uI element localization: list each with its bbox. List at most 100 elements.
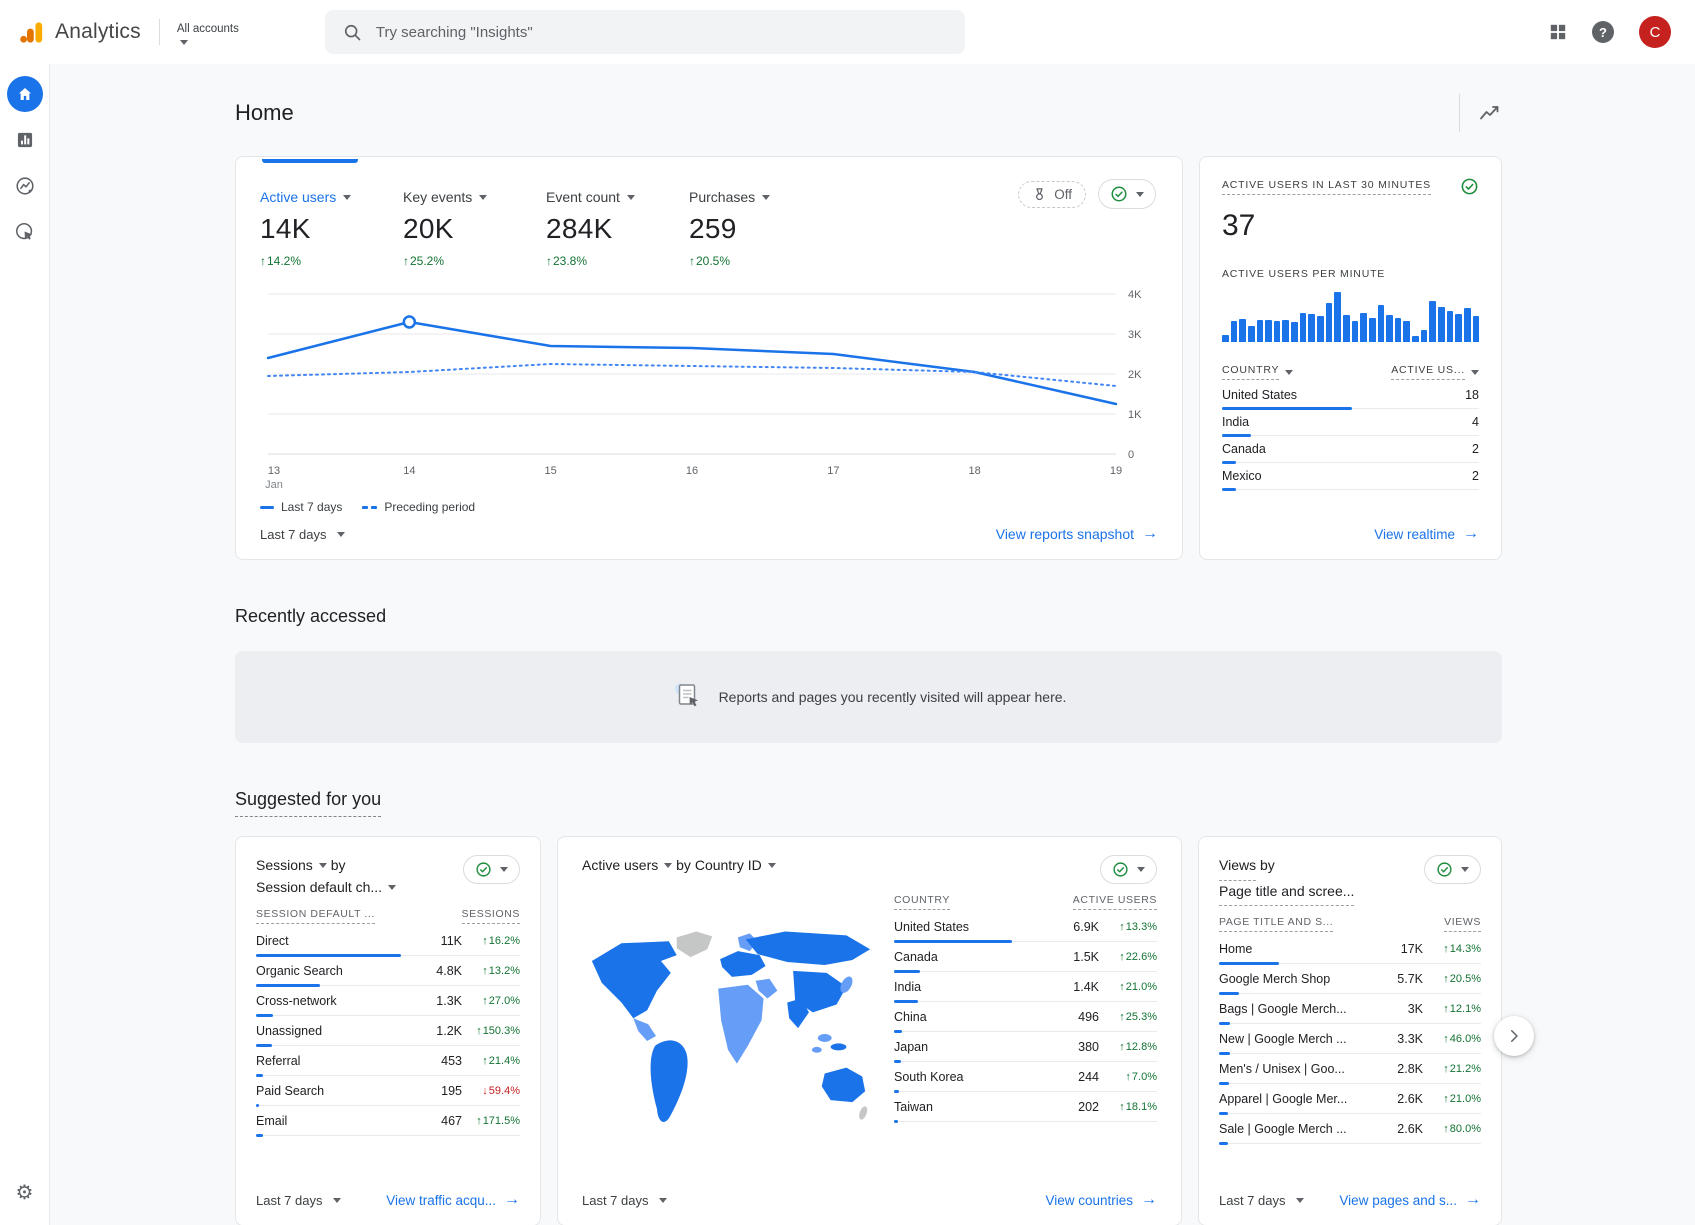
data-quality-control[interactable] xyxy=(1098,179,1156,209)
table-row[interactable]: Home 17K 14.3% xyxy=(1219,934,1481,964)
sidebar-item-advertising[interactable] xyxy=(7,214,43,250)
sidebar-item-home[interactable] xyxy=(7,76,43,112)
row-label: Unassigned xyxy=(256,1024,420,1038)
minute-bar xyxy=(1369,318,1376,342)
search-bar[interactable]: Try searching "Insights" xyxy=(325,10,965,54)
dashed-line-swatch xyxy=(362,506,377,509)
metric-label: Event count xyxy=(546,189,620,205)
avatar[interactable]: C xyxy=(1639,16,1671,48)
dimension-column-header[interactable]: SESSION DEFAULT ... xyxy=(256,908,375,924)
realtime-title[interactable]: ACTIVE USERS IN LAST 30 MINUTES xyxy=(1222,179,1431,195)
check-circle-icon[interactable] xyxy=(1460,177,1479,196)
view-traffic-acquisition-link[interactable]: View traffic acqu...→ xyxy=(386,1191,520,1209)
view-countries-link[interactable]: View countries→ xyxy=(1045,1191,1157,1209)
table-row[interactable]: Taiwan 202 18.1% xyxy=(894,1092,1157,1122)
sidebar-item-admin[interactable]: ⚙ xyxy=(7,1175,43,1211)
data-quality-control[interactable] xyxy=(1424,855,1481,884)
world-map[interactable] xyxy=(582,884,878,1191)
insights-off-toggle[interactable]: Off xyxy=(1018,181,1086,208)
metric-column-header[interactable]: VIEWS xyxy=(1444,916,1481,932)
minute-bar xyxy=(1334,292,1341,342)
table-row[interactable]: Canada 1.5K 22.6% xyxy=(894,942,1157,972)
analytics-logo-icon[interactable] xyxy=(18,19,45,46)
views-table: Home 17K 14.3% Google Merch Shop 5.7K 20… xyxy=(1219,934,1481,1144)
country-column-header[interactable]: COUNTRY xyxy=(1222,364,1293,380)
row-label: Apparel | Google Mer... xyxy=(1219,1092,1381,1106)
table-row[interactable]: India 1.4K 21.0% xyxy=(894,972,1157,1002)
table-row[interactable]: Sale | Google Merch ... 2.6K 80.0% xyxy=(1219,1114,1481,1144)
row-value: 11K xyxy=(420,934,462,948)
row-delta: 21.0% xyxy=(1423,1093,1481,1105)
view-pages-and-screens-link[interactable]: View pages and s...→ xyxy=(1339,1191,1481,1209)
table-row[interactable]: Referral 453 21.4% xyxy=(256,1046,520,1076)
dimension-column-header[interactable]: COUNTRY xyxy=(894,894,950,910)
view-realtime-link[interactable]: View realtime→ xyxy=(1374,525,1479,543)
metric-column-header[interactable]: SESSIONS xyxy=(462,908,520,924)
explore-icon xyxy=(14,175,36,197)
metric-tab-key-events[interactable]: Key events 20K 25.2% xyxy=(403,189,546,268)
table-row[interactable]: South Korea 244 7.0% xyxy=(894,1062,1157,1092)
row-label: Mexico xyxy=(1222,469,1437,483)
metric-selector[interactable]: Views xyxy=(1219,855,1256,881)
table-row[interactable]: India 4 xyxy=(1222,409,1479,436)
row-label: Home xyxy=(1219,942,1381,956)
table-row[interactable]: Unassigned 1.2K 150.3% xyxy=(256,1016,520,1046)
data-quality-control[interactable] xyxy=(1100,855,1157,884)
row-label: Google Merch Shop xyxy=(1219,972,1381,986)
table-row[interactable]: Google Merch Shop 5.7K 20.5% xyxy=(1219,964,1481,994)
metric-selector[interactable]: Sessions xyxy=(256,855,327,877)
sidebar-item-explore[interactable] xyxy=(7,168,43,204)
metric-selector[interactable]: Active users xyxy=(582,855,672,877)
help-icon[interactable]: ? xyxy=(1592,21,1614,43)
table-row[interactable]: Paid Search 195 59.4% xyxy=(256,1076,520,1106)
table-row[interactable]: Apparel | Google Mer... 2.6K 21.0% xyxy=(1219,1084,1481,1114)
view-reports-snapshot-link[interactable]: View reports snapshot→ xyxy=(996,525,1158,543)
date-range-selector[interactable]: Last 7 days xyxy=(582,1193,667,1208)
row-value: 2.6K xyxy=(1381,1122,1423,1136)
dimension-selector[interactable]: Country ID xyxy=(695,855,776,877)
date-range-selector[interactable]: Last 7 days xyxy=(1219,1193,1304,1208)
row-value: 3K xyxy=(1381,1002,1423,1016)
date-range-selector[interactable]: Last 7 days xyxy=(256,1193,341,1208)
table-row[interactable]: Cross-network 1.3K 27.0% xyxy=(256,986,520,1016)
date-range-selector[interactable]: Last 7 days xyxy=(260,527,345,542)
table-row[interactable]: Men's / Unisex | Goo... 2.8K 21.2% xyxy=(1219,1054,1481,1084)
metric-tab-active-users[interactable]: Active users 14K 14.2% xyxy=(260,189,403,268)
svg-text:4K: 4K xyxy=(1128,289,1142,301)
row-label: Organic Search xyxy=(256,964,420,978)
next-cards-button[interactable] xyxy=(1494,1016,1534,1056)
account-switcher[interactable]: All accounts xyxy=(177,19,239,45)
insights-icon[interactable] xyxy=(1478,101,1502,125)
table-row[interactable]: Canada 2 xyxy=(1222,436,1479,463)
table-row[interactable]: United States 6.9K 13.3% xyxy=(894,912,1157,942)
data-quality-control[interactable] xyxy=(463,855,520,884)
metric-tab-purchases[interactable]: Purchases 259 20.5% xyxy=(689,189,832,268)
table-row[interactable]: New | Google Merch ... 3.3K 46.0% xyxy=(1219,1024,1481,1054)
table-row[interactable]: Organic Search 4.8K 13.2% xyxy=(256,956,520,986)
apps-grid-icon[interactable] xyxy=(1549,23,1567,41)
sidebar: ⚙ xyxy=(0,64,50,1225)
arrow-right-icon: → xyxy=(1463,525,1479,543)
row-value: 453 xyxy=(420,1054,462,1068)
active-users-line-chart[interactable]: 01K2K3K4K13Jan141516171819 xyxy=(260,284,1158,492)
table-row[interactable]: China 496 25.3% xyxy=(894,1002,1157,1032)
table-row[interactable]: United States 18 xyxy=(1222,382,1479,409)
svg-text:14: 14 xyxy=(403,465,415,477)
metric-column-header[interactable]: ACTIVE USERS xyxy=(1073,894,1157,910)
sidebar-item-reports[interactable] xyxy=(7,122,43,158)
row-delta: 46.0% xyxy=(1423,1033,1481,1045)
svg-text:3K: 3K xyxy=(1128,329,1142,341)
table-row[interactable]: Email 467 171.5% xyxy=(256,1106,520,1136)
table-row[interactable]: Direct 11K 16.2% xyxy=(256,926,520,956)
active-users-column-header[interactable]: ACTIVE US... xyxy=(1391,364,1479,380)
row-label: United States xyxy=(894,920,1057,934)
dimension-selector[interactable]: Session default ch... xyxy=(256,877,396,899)
table-row[interactable]: Mexico 2 xyxy=(1222,463,1479,490)
metric-tab-event-count[interactable]: Event count 284K 23.8% xyxy=(546,189,689,268)
dimension-selector[interactable]: Page title and scree... xyxy=(1219,881,1354,907)
minute-bar xyxy=(1326,303,1333,342)
arrow-right-icon: → xyxy=(1465,1191,1481,1209)
table-row[interactable]: Bags | Google Merch... 3K 12.1% xyxy=(1219,994,1481,1024)
dimension-column-header[interactable]: PAGE TITLE AND S... xyxy=(1219,916,1333,932)
table-row[interactable]: Japan 380 12.8% xyxy=(894,1032,1157,1062)
